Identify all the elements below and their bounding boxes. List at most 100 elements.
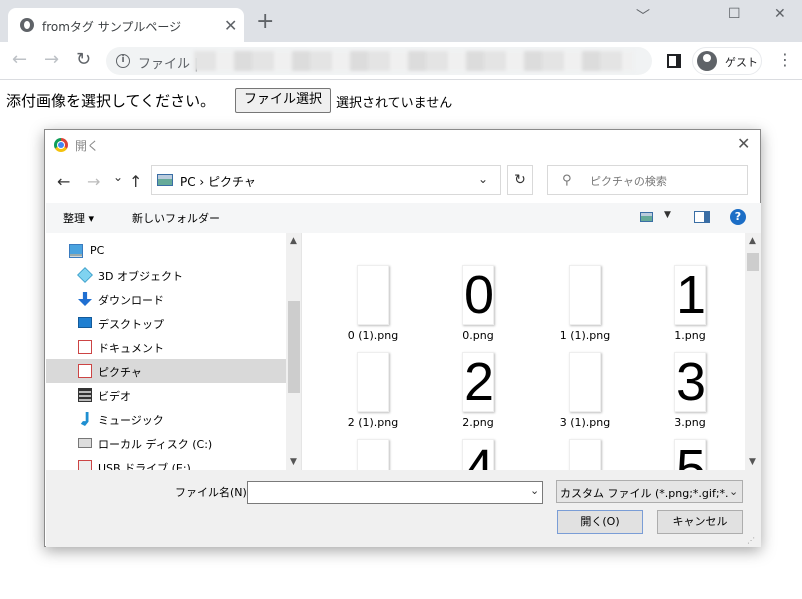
- music-icon: [80, 412, 89, 426]
- grid-scroll-down-icon[interactable]: ▼: [749, 457, 756, 467]
- forward-icon[interactable]: →: [44, 51, 59, 69]
- chrome-logo-icon: [54, 138, 68, 152]
- tree-item-download[interactable]: ダウンロード: [46, 287, 286, 311]
- profile-button[interactable]: ゲスト: [692, 47, 762, 75]
- file-item[interactable]: 3 3.png: [645, 352, 735, 436]
- browser-tab[interactable]: fromタグ サンプルページ ✕: [8, 8, 244, 42]
- maximize-icon[interactable]: ☐: [728, 6, 741, 22]
- tab-title: fromタグ サンプルページ: [42, 20, 182, 34]
- grid-scroll-thumb[interactable]: [747, 253, 759, 271]
- reload-icon[interactable]: ↻: [76, 51, 91, 69]
- image-thumbnail: 5: [674, 439, 706, 470]
- breadcrumb[interactable]: PC › ピクチャ: [180, 173, 256, 190]
- tree-item-music[interactable]: ミュージック: [46, 407, 286, 431]
- image-thumbnail: 0: [462, 265, 494, 325]
- dialog-forward-icon[interactable]: →: [87, 172, 100, 191]
- tree-scroll-up-icon[interactable]: ▲: [290, 236, 297, 246]
- file-name: 1.png: [674, 329, 706, 342]
- dialog-address-bar[interactable]: PC › ピクチャ ⌄: [151, 165, 501, 195]
- thumbnail-digit: 2: [463, 352, 494, 412]
- file-name: 2 (1).png: [347, 416, 399, 429]
- download-icon: [78, 292, 92, 306]
- back-icon[interactable]: ←: [12, 51, 27, 69]
- tree-item-pictures[interactable]: ピクチャ: [46, 359, 286, 383]
- file-name: 2.png: [462, 416, 494, 429]
- tree-item-usb-drive[interactable]: USB ドライブ (E:): [46, 455, 286, 470]
- page-prompt: 添付画像を選択してください。: [6, 92, 216, 110]
- choose-file-button[interactable]: ファイル選択: [235, 88, 331, 113]
- organize-button[interactable]: 整理 ▾: [63, 210, 94, 226]
- file-item[interactable]: 0 0.png: [433, 265, 523, 349]
- documents-icon: [78, 340, 92, 354]
- file-open-dialog: 開く ✕ ← → ⌄ ↑ PC › ピクチャ ⌄ ↻ ⚲ ピクチャの検索 整理 …: [44, 129, 761, 547]
- file-item[interactable]: 3 (1).png: [540, 352, 630, 436]
- window-close-icon[interactable]: ✕: [774, 6, 786, 22]
- filename-input[interactable]: [247, 481, 543, 504]
- tree-item-video[interactable]: ビデオ: [46, 383, 286, 407]
- tree-item-documents[interactable]: ドキュメント: [46, 335, 286, 359]
- image-thumbnail: 1: [674, 265, 706, 325]
- new-folder-button[interactable]: 新しいフォルダー: [132, 210, 220, 226]
- side-panel-icon[interactable]: [667, 54, 681, 68]
- address-bar[interactable]: i ファイル |: [106, 47, 652, 75]
- file-status: 選択されていません: [336, 96, 453, 111]
- search-icon: ⚲: [562, 173, 572, 188]
- file-item[interactable]: 44.png: [433, 439, 523, 470]
- file-name: 3.png: [674, 416, 706, 429]
- dialog-footer: ファイル名(N): ⌄ カスタム ファイル (*.png;*.gif;*.png…: [46, 470, 761, 547]
- file-item[interactable]: 55.png: [645, 439, 735, 470]
- more-menu-icon[interactable]: ⋮: [777, 51, 793, 69]
- file-type-filter[interactable]: カスタム ファイル (*.png;*.gif;*.png ⌄: [556, 480, 743, 503]
- tree-scroll-thumb[interactable]: [288, 301, 300, 393]
- help-icon[interactable]: ?: [730, 209, 746, 225]
- browser-titlebar: fromタグ サンプルページ ✕ + ﹀ ☐ ✕: [0, 0, 802, 42]
- thumbnail-digit: 0: [463, 265, 494, 325]
- tree-scroll-down-icon[interactable]: ▼: [290, 457, 297, 467]
- refresh-button[interactable]: ↻: [507, 165, 533, 195]
- up-folder-icon[interactable]: ↑: [129, 172, 142, 191]
- tree-item-label: ダウンロード: [98, 294, 164, 307]
- file-item[interactable]: 5 (1).png: [540, 439, 630, 470]
- file-name: 0.png: [462, 329, 494, 342]
- grid-scroll-up-icon[interactable]: ▲: [749, 236, 756, 246]
- resize-grip-icon[interactable]: ⋰: [747, 536, 755, 545]
- 3d-objects-icon: [77, 267, 93, 283]
- folder-search-input[interactable]: ⚲ ピクチャの検索: [547, 165, 748, 195]
- dialog-close-icon[interactable]: ✕: [737, 134, 750, 153]
- file-type-chevron-icon[interactable]: ⌄: [729, 485, 738, 498]
- file-item[interactable]: 0 (1).png: [328, 265, 418, 349]
- view-mode-chevron-icon[interactable]: ▼: [664, 210, 671, 220]
- address-redacted: [194, 51, 634, 71]
- tree-item-local-disk[interactable]: ローカル ディスク (C:): [46, 431, 286, 455]
- file-item[interactable]: 1 (1).png: [540, 265, 630, 349]
- tree-item-pc[interactable]: PC: [46, 239, 286, 263]
- tab-search-icon[interactable]: ﹀: [636, 6, 650, 26]
- preview-pane-icon[interactable]: [694, 211, 710, 223]
- filename-history-chevron-icon[interactable]: ⌄: [530, 484, 539, 497]
- thumbnail-digit: 3: [675, 352, 706, 412]
- tab-close-icon[interactable]: ✕: [224, 16, 237, 35]
- file-name: 3 (1).png: [559, 416, 611, 429]
- image-thumbnail: [357, 352, 389, 412]
- info-icon[interactable]: i: [116, 54, 130, 68]
- view-mode-icon[interactable]: [640, 212, 653, 222]
- tree-item-label: ピクチャ: [98, 366, 142, 379]
- tree-item-desktop[interactable]: デスクトップ: [46, 311, 286, 335]
- file-name: 0 (1).png: [347, 329, 399, 342]
- file-item[interactable]: 4 (1).png: [328, 439, 418, 470]
- file-item[interactable]: 1 1.png: [645, 265, 735, 349]
- address-scheme-label: ファイル |: [138, 57, 199, 72]
- file-item[interactable]: 2 (1).png: [328, 352, 418, 436]
- image-thumbnail: [357, 265, 389, 325]
- cancel-button[interactable]: キャンセル: [657, 510, 743, 534]
- tree-item-label: デスクトップ: [98, 318, 164, 331]
- new-tab-icon[interactable]: +: [256, 11, 274, 33]
- address-history-chevron-icon[interactable]: ⌄: [478, 172, 488, 186]
- recent-locations-icon[interactable]: ⌄: [113, 170, 123, 184]
- file-item[interactable]: 2 2.png: [433, 352, 523, 436]
- open-button[interactable]: 開く(O): [557, 510, 643, 534]
- local-disk-icon: [78, 438, 92, 448]
- tree-item-3d-objects[interactable]: 3D オブジェクト: [46, 263, 286, 287]
- dialog-title: 開く: [75, 139, 100, 153]
- dialog-back-icon[interactable]: ←: [57, 172, 70, 191]
